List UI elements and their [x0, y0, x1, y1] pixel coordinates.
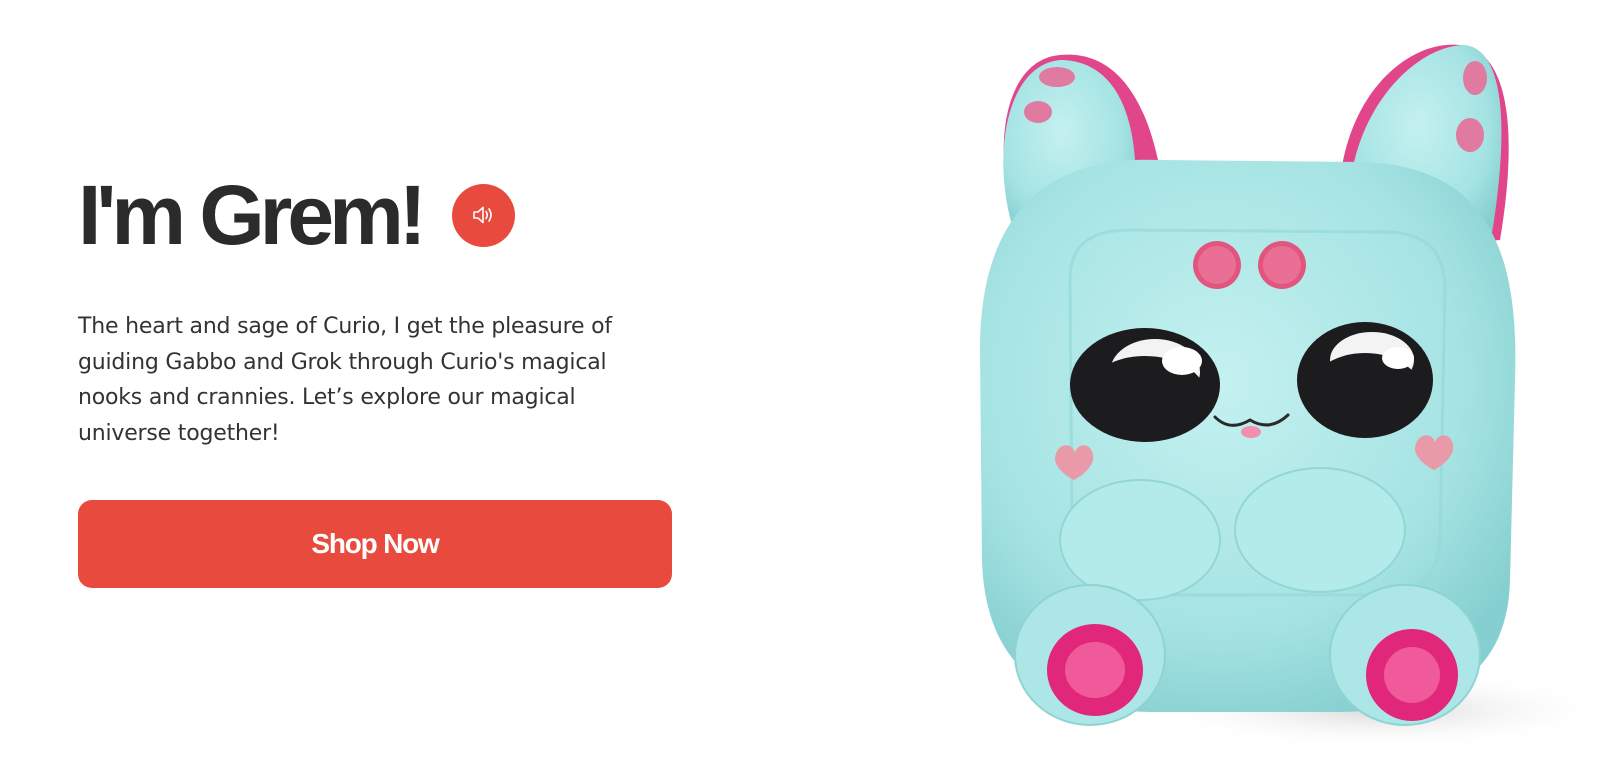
- character-title: I'm Grem!: [78, 168, 427, 262]
- plush-toy-image: [980, 44, 1600, 750]
- plush-right-eye: [1297, 322, 1433, 438]
- character-hero: I'm Grem! The heart and sage of Curio, I…: [0, 0, 1600, 775]
- plush-left-eye: [1070, 328, 1220, 442]
- hero-text-column: I'm Grem! The heart and sage of Curio, I…: [78, 168, 678, 451]
- plush-left-foot: [1014, 584, 1166, 726]
- plush-right-foot: [1329, 584, 1481, 726]
- title-row: I'm Grem!: [78, 168, 678, 262]
- shop-now-button[interactable]: Shop Now: [78, 500, 672, 588]
- speaker-icon: [473, 206, 493, 224]
- character-description: The heart and sage of Curio, I get the p…: [78, 314, 612, 446]
- play-sound-button[interactable]: [451, 183, 515, 247]
